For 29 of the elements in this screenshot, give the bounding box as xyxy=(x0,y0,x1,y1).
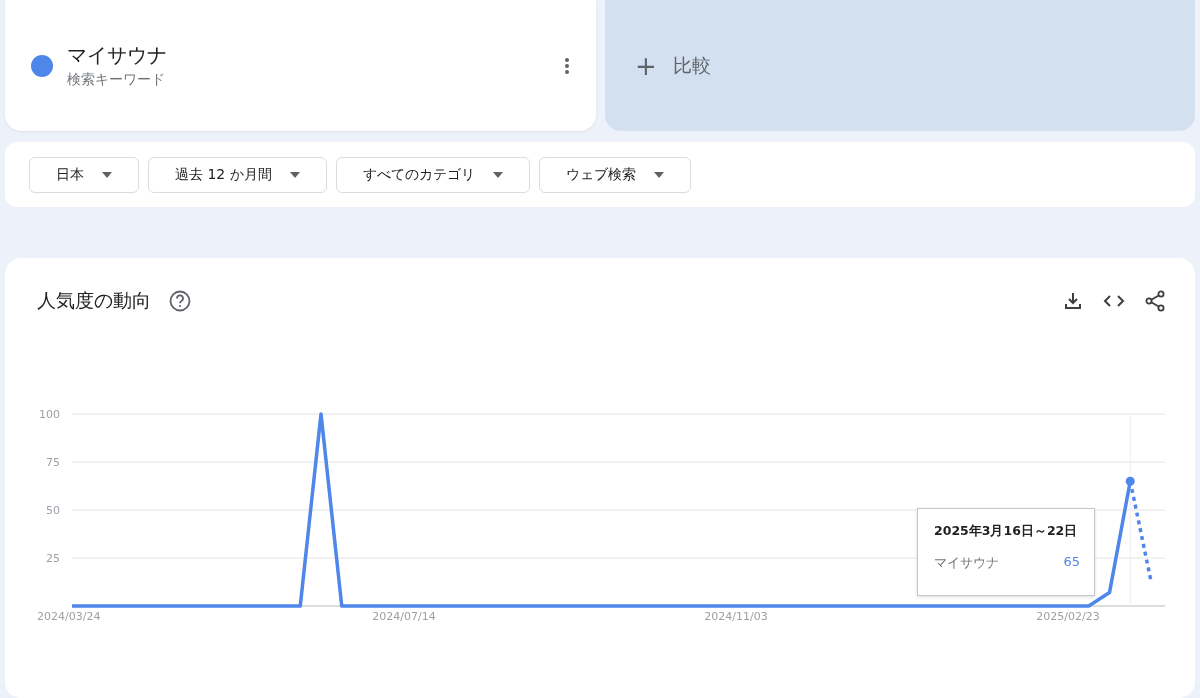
caret-icon xyxy=(492,171,503,178)
hover-point xyxy=(1125,476,1135,486)
y-axis-label: 100 xyxy=(39,408,60,421)
y-axis-label: 75 xyxy=(46,456,60,469)
caret-icon xyxy=(653,171,664,178)
filter-dropdown[interactable]: すべてのカテゴリ xyxy=(335,156,530,193)
y-axis-label: 25 xyxy=(46,552,60,565)
compare-button[interactable]: + 比較 xyxy=(605,0,1195,131)
tooltip-date: 2025年3月16日～22日 xyxy=(934,523,1079,540)
download-icon[interactable] xyxy=(1063,291,1083,311)
caret-icon xyxy=(102,171,112,178)
chart-title: 人気度の動向 xyxy=(37,288,151,313)
share-icon[interactable] xyxy=(1145,290,1165,312)
tooltip-value: 65 xyxy=(1063,554,1080,571)
tooltip-series: マイサウナ xyxy=(934,554,999,572)
filter-dropdown[interactable]: ウェブ検索 xyxy=(538,156,691,193)
x-axis-label: 2024/03/24 xyxy=(37,610,101,623)
y-axis-label: 50 xyxy=(46,504,60,517)
more-icon[interactable] xyxy=(564,56,570,75)
filter-dropdown[interactable]: 過去 12 か月間 xyxy=(148,156,327,193)
x-axis-label: 2024/11/03 xyxy=(704,610,768,623)
filter-dropdown[interactable]: 日本 xyxy=(29,156,139,193)
code-icon[interactable] xyxy=(1103,293,1125,309)
x-axis-label: 2024/07/14 xyxy=(372,610,436,623)
x-axis-label: 2025/02/23 xyxy=(1036,610,1100,623)
caret-icon xyxy=(289,171,300,178)
help-icon[interactable] xyxy=(169,290,191,312)
keyword-name: マイサウナ xyxy=(67,42,168,69)
keyword-type: 検索キーワード xyxy=(67,71,166,89)
